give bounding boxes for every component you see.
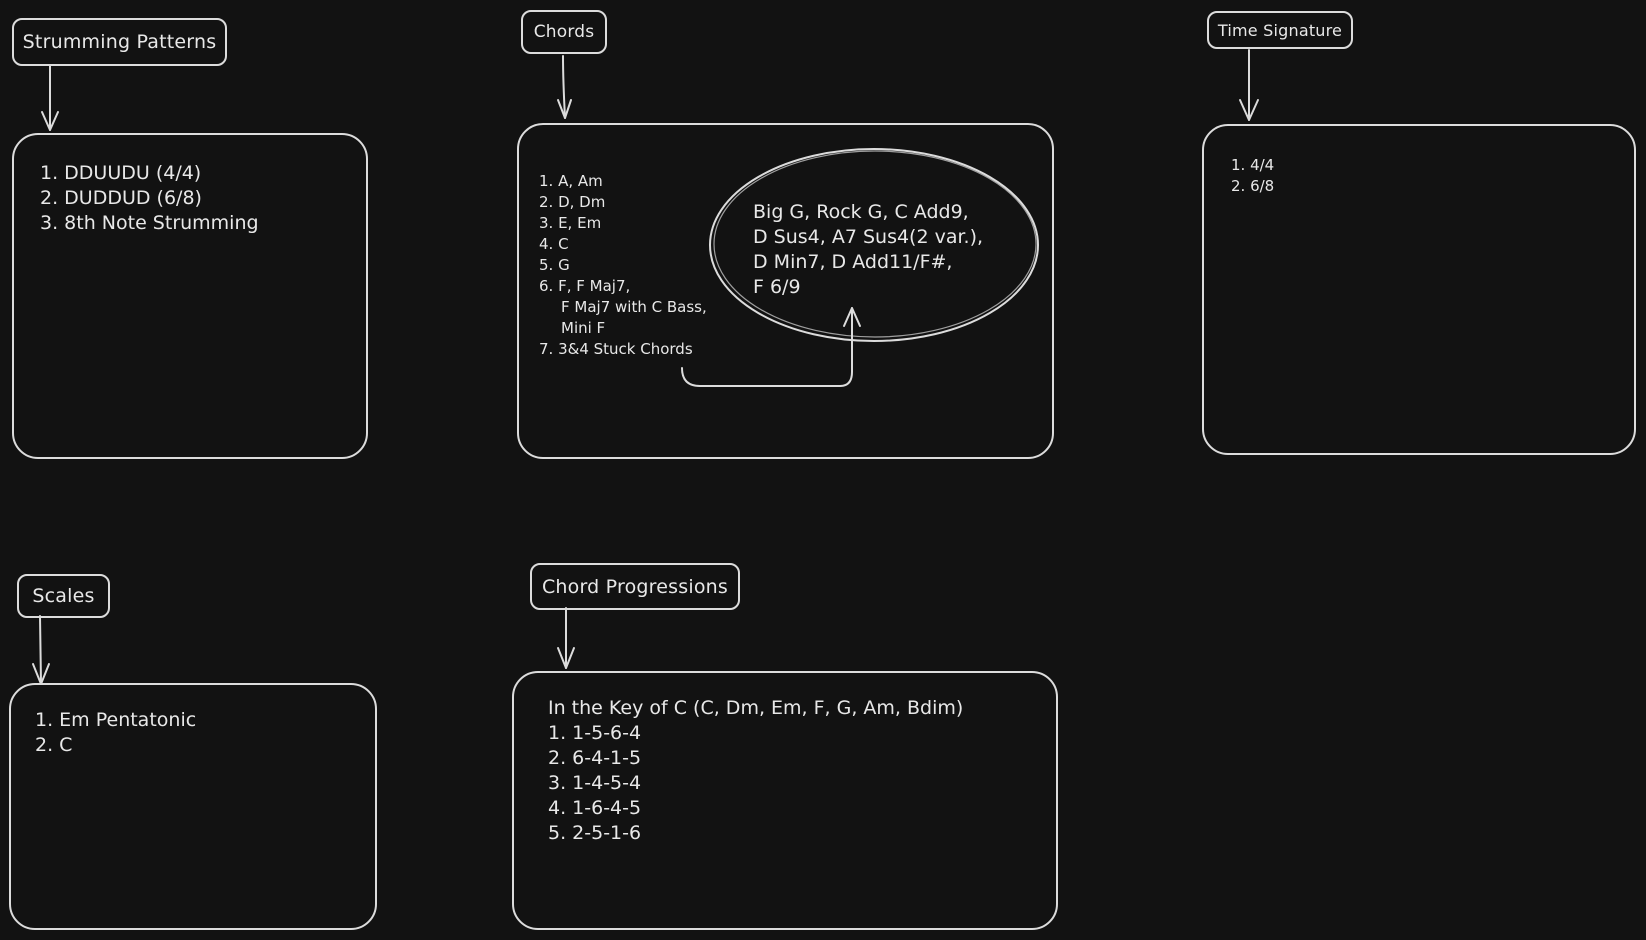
- list-item: 4. 1-6-4-5: [548, 797, 642, 819]
- list-item: 3. 1-4-5-4: [548, 772, 642, 794]
- chord-progressions-label: Chord Progressions: [530, 563, 740, 610]
- list-item: 2. D, Dm: [539, 193, 606, 211]
- list-item: 5. 2-5-1-6: [548, 822, 642, 844]
- list-item: 3. 8th Note Strumming: [40, 212, 259, 234]
- stuck-chords-text: Big G, Rock G, C Add9, D Sus4, A7 Sus4(2…: [753, 200, 983, 300]
- list-item: 1. DDUUDU (4/4): [40, 162, 202, 184]
- chords-arrow: [557, 55, 572, 119]
- chords-list: 1. A, Am 2. D, Dm 3. E, Em 4. C 5. G 6. …: [539, 171, 707, 360]
- list-item: 3. E, Em: [539, 214, 602, 232]
- list-item: Mini F: [561, 319, 606, 337]
- progressions-key: In the Key of C (C, Dm, Em, F, G, Am, Bd…: [548, 697, 964, 719]
- list-item: 4. C: [539, 235, 569, 253]
- list-item: 1. A, Am: [539, 172, 603, 190]
- list-item: 2. 6/8: [1231, 177, 1275, 195]
- strumming-arrow: [41, 65, 59, 131]
- list-item: 1. 1-5-6-4: [548, 722, 642, 744]
- list-item: 6. F, F Maj7,: [539, 277, 631, 295]
- list-item: 1. 4/4: [1231, 156, 1275, 174]
- stuck-chords-line: D Min7, D Add11/F#,: [753, 251, 953, 273]
- progressions-arrow: [557, 607, 575, 669]
- time-signature-label: Time Signature: [1207, 11, 1353, 49]
- strumming-patterns-list: 1. DDUUDU (4/4) 2. DUDDUD (6/8) 3. 8th N…: [40, 161, 259, 236]
- list-item: F Maj7 with C Bass,: [561, 298, 707, 316]
- list-item: 2. DUDDUD (6/8): [40, 187, 202, 209]
- list-item: 5. G: [539, 256, 570, 274]
- stuck-chords-line: Big G, Rock G, C Add9,: [753, 201, 969, 223]
- chords-label: Chords: [521, 10, 607, 54]
- list-item: 2. 6-4-1-5: [548, 747, 642, 769]
- stuck-chords-line: F 6/9: [753, 276, 801, 298]
- list-item: 2. C: [35, 734, 73, 756]
- scales-arrow: [32, 615, 50, 685]
- list-item: 7. 3&4 Stuck Chords: [539, 340, 693, 358]
- strumming-patterns-label: Strumming Patterns: [12, 18, 227, 66]
- scales-list: 1. Em Pentatonic 2. C: [35, 708, 196, 758]
- chord-progressions-list: In the Key of C (C, Dm, Em, F, G, Am, Bd…: [548, 696, 963, 846]
- time-signature-list: 1. 4/4 2. 6/8: [1231, 155, 1274, 197]
- list-item: 1. Em Pentatonic: [35, 709, 197, 731]
- time-signature-arrow: [1239, 49, 1259, 121]
- scales-label: Scales: [17, 574, 110, 618]
- stuck-chords-line: D Sus4, A7 Sus4(2 var.),: [753, 226, 984, 248]
